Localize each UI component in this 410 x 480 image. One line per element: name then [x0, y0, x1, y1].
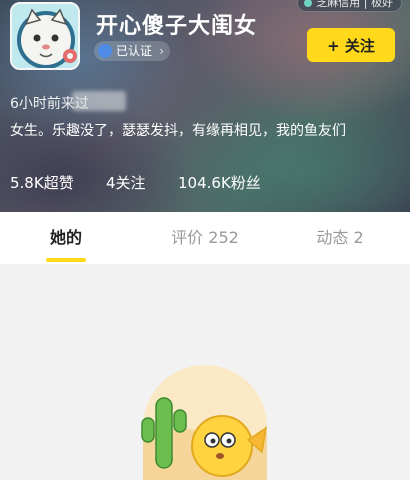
empty-state-illustration: [138, 360, 272, 480]
verified-icon: [98, 44, 112, 58]
stat-likes[interactable]: 5.8K超赞: [10, 172, 74, 193]
chevron-right-icon: ›: [159, 44, 165, 58]
profile-header: 芝麻信用 | 极好 开心傻子大闺女 已认证 › + 关注 6小时前来过 女生。乐…: [0, 0, 410, 212]
credit-icon: [304, 0, 313, 7]
credit-badge-label: 芝麻信用 | 极好: [316, 0, 393, 9]
verified-label: 已认证: [116, 44, 153, 58]
stat-following[interactable]: 4关注: [106, 172, 146, 193]
nickname: 开心傻子大闺女: [96, 14, 258, 39]
credit-badge[interactable]: 芝麻信用 | 极好: [297, 0, 402, 12]
tab-bar: 她的 评价 252 动态 2: [0, 212, 410, 264]
stat-followers[interactable]: 104.6K粉丝: [178, 172, 261, 193]
follow-button[interactable]: + 关注: [307, 28, 395, 62]
verified-badge[interactable]: 已认证 ›: [94, 41, 171, 61]
tab-posts[interactable]: 动态 2: [305, 212, 375, 264]
cactus-fish-icon: [141, 365, 268, 480]
redacted-location: [72, 91, 126, 111]
avatar[interactable]: [10, 2, 80, 70]
tab-reviews[interactable]: 评价 252: [160, 212, 250, 264]
tab-hers[interactable]: 她的: [36, 212, 96, 264]
bio-text: 女生。乐趣没了，瑟瑟发抖，有缘再相见，我的鱼友们: [10, 123, 346, 139]
tab-active-indicator: [46, 258, 86, 262]
avatar-cat-icon: [12, 4, 78, 68]
